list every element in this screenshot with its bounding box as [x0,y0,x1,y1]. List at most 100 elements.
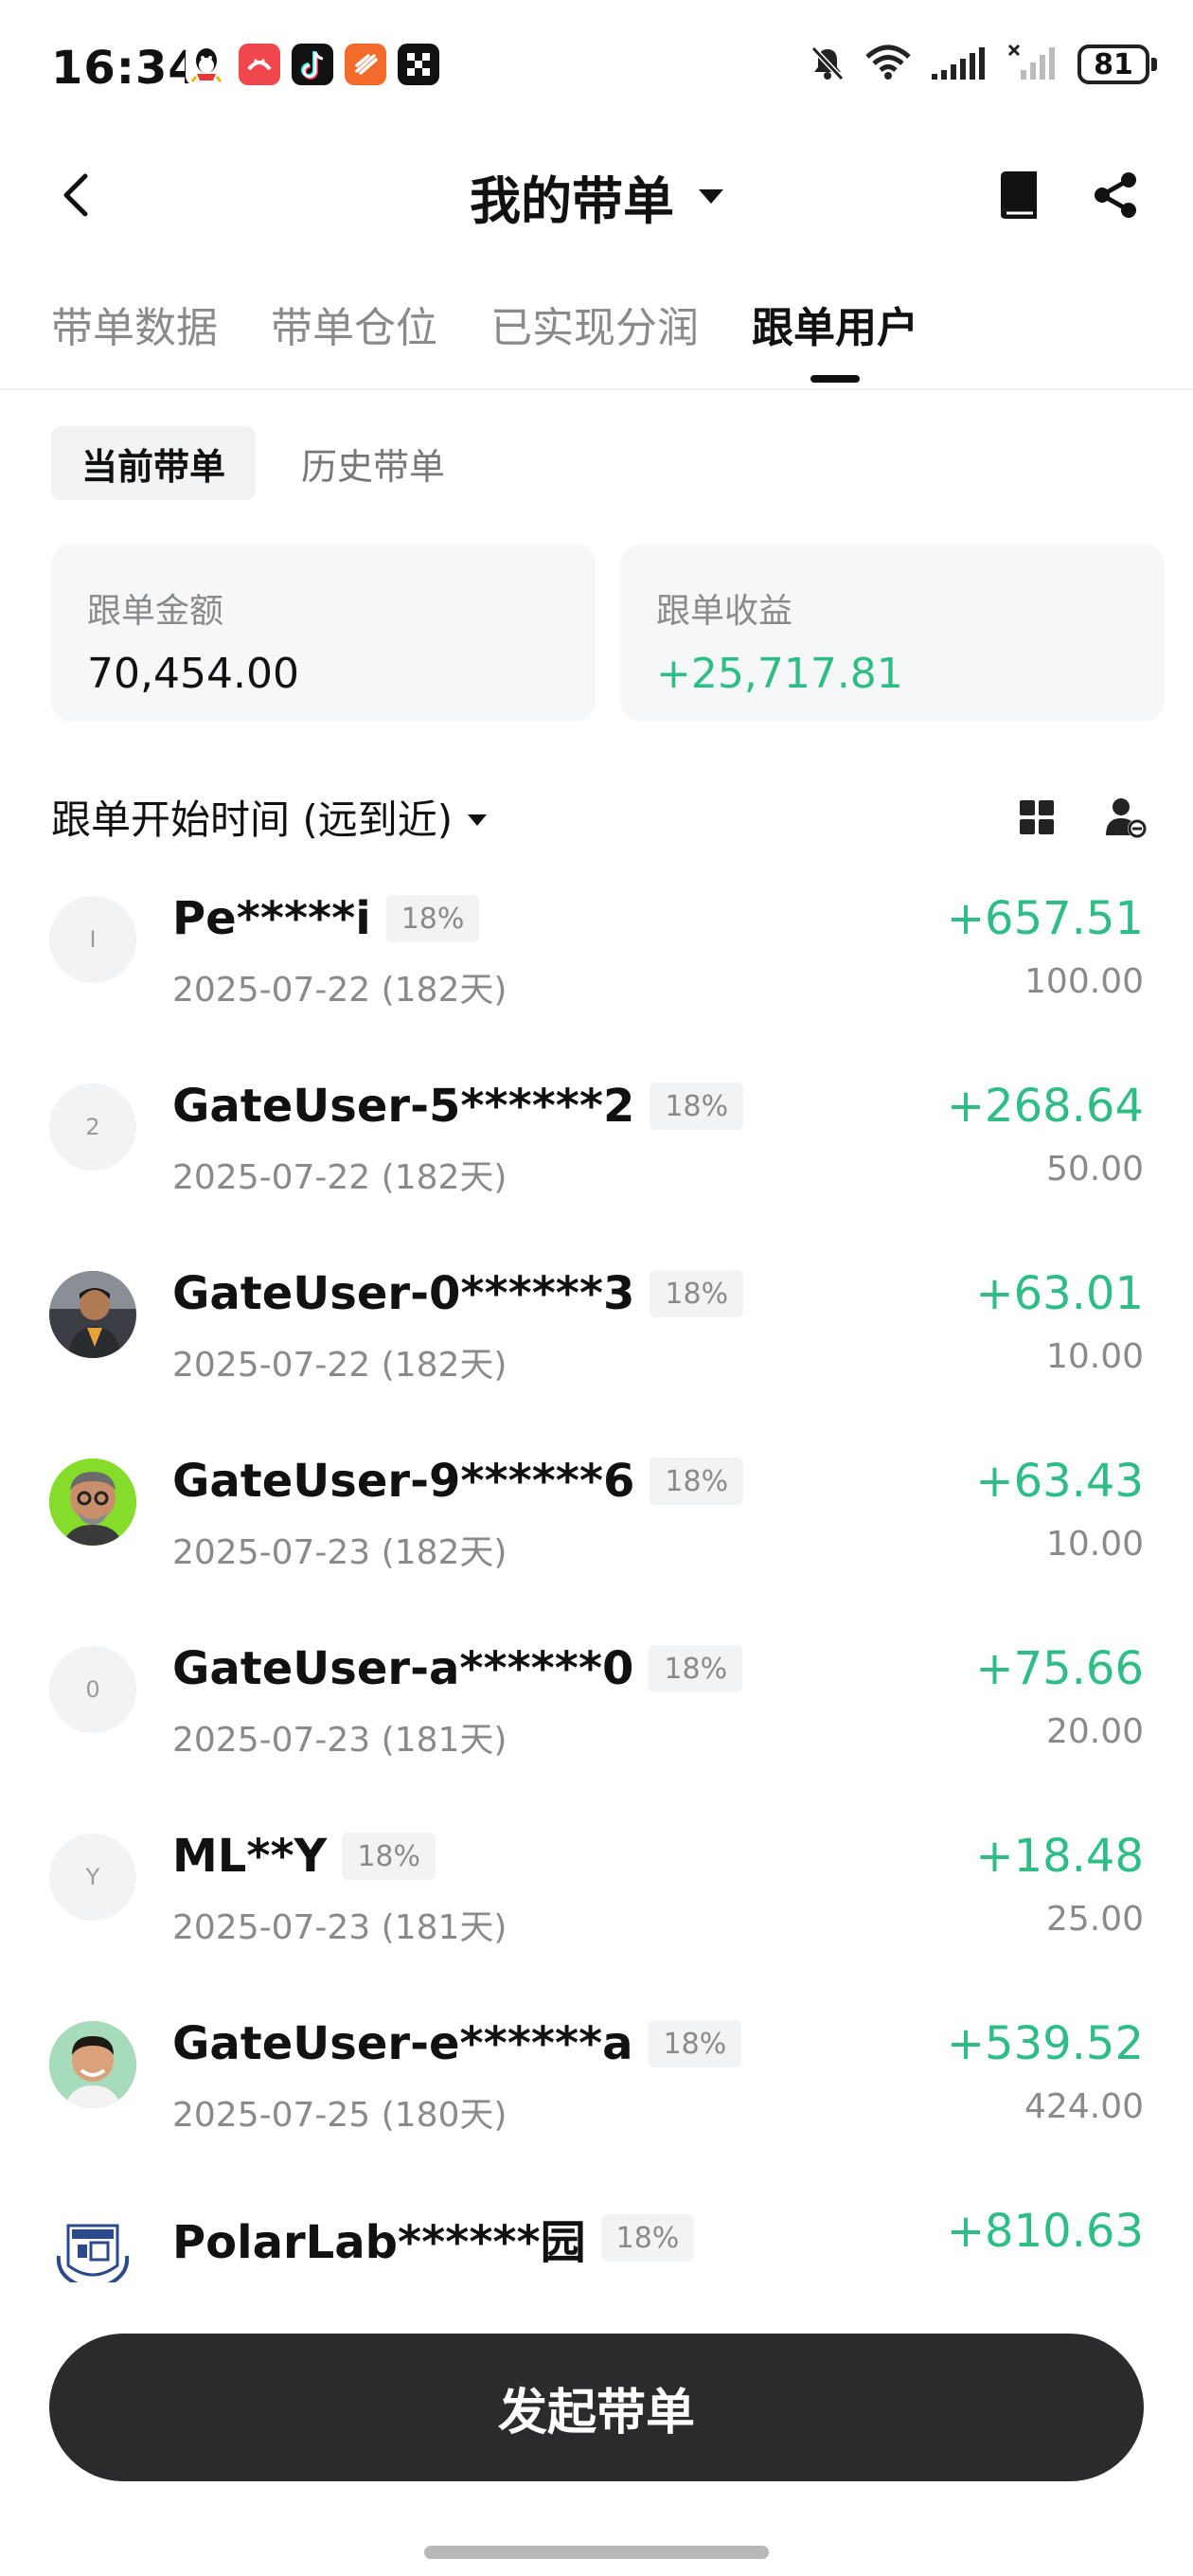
signal-off-icon [1007,44,1060,85]
status-indicators: 81 [809,44,1157,85]
follower-row[interactable]: I Pe*****i 18% 2025-07-22 (182天) +657.51… [0,871,1193,1059]
follow-amount-value: 70,454.00 [87,650,299,698]
profit-share-badge: 18% [648,2020,742,2067]
wifi-icon [864,44,913,85]
tab-realized-profit-share[interactable]: 已实现分润 [490,294,699,383]
polarlab-logo-icon [56,2224,130,2282]
profit-share-badge: 18% [342,1833,436,1880]
avatar: I [49,896,136,983]
sort-dropdown[interactable]: 跟单开始时间 (远到近) [51,788,488,846]
follow-profit-card: 跟单收益 +25,717.81 [620,544,1165,722]
follower-name: GateUser-9******6 [172,1455,635,1508]
person-photo-icon [49,1458,136,1546]
follower-amount: 10.00 [1045,1525,1144,1564]
app-header: 我的带单 [0,142,1193,246]
follower-name: Pe*****i [172,892,371,945]
follower-name-row: GateUser-0******3 18% [172,1267,744,1320]
qq-icon [186,44,227,85]
page-title: 我的带单 [470,171,674,231]
start-leading-button[interactable]: 发起带单 [49,2334,1144,2481]
follow-amount-card: 跟单金额 70,454.00 [51,544,596,722]
status-bar: 16:34 81 [0,0,1193,142]
book-icon [1001,171,1037,219]
sort-label: 跟单开始时间 (远到近) [51,796,454,843]
follower-amount: 50.00 [1045,1150,1144,1189]
signal-icon [930,44,990,85]
person-photo-icon [49,2021,136,2108]
person-photo-icon [49,1271,136,1358]
follower-profit: +63.43 [975,1455,1144,1508]
follower-profit: +657.51 [946,892,1144,945]
follow-profit-label: 跟单收益 [656,592,793,631]
tab-leading-positions[interactable]: 带单仓位 [271,294,437,383]
follow-start-date: 2025-07-25 (180天) [172,2096,507,2135]
avatar: 2 [49,1083,136,1171]
red-app-icon [239,44,280,85]
follower-name-row: ML**Y 18% [172,1830,436,1883]
follower-row[interactable]: PolarLab******园 18% +810.63 [0,2184,1193,2282]
follower-name: ML**Y [172,1830,328,1883]
tab-followers[interactable]: 跟单用户 [752,294,918,383]
follow-amount-label: 跟单金额 [87,592,224,631]
follower-profit: +539.52 [946,2017,1144,2070]
grid-icon [1020,800,1054,834]
follower-name-row: PolarLab******园 18% [172,2205,695,2271]
tab-divider [0,388,1193,390]
follower-amount: 20.00 [1045,1712,1144,1751]
battery-indicator: 81 [1077,45,1157,84]
status-time: 16:34 [51,42,201,95]
follower-row[interactable]: Y ML**Y 18% 2025-07-23 (181天) +18.48 25.… [0,1809,1193,1996]
follower-profit: +75.66 [975,1642,1144,1695]
avatar: Y [49,1834,136,1921]
follower-row[interactable]: GateUser-0******3 18% 2025-07-22 (182天) … [0,1246,1193,1434]
remove-follower-button[interactable] [1102,794,1149,841]
tiktok-icon [292,44,333,85]
avatar-photo [49,1271,136,1358]
share-icon [1095,172,1136,218]
caret-down-icon [468,814,488,826]
status-app-icons [186,44,439,85]
share-button[interactable] [1087,167,1144,224]
user-remove-icon [1106,798,1147,838]
follower-profit: +268.64 [946,1080,1144,1133]
follow-profit-value: +25,717.81 [656,650,903,698]
profit-share-badge: 18% [649,1645,743,1692]
follower-amount: 25.00 [1045,1900,1144,1939]
follow-start-date: 2025-07-22 (182天) [172,1346,507,1385]
okx-icon [398,44,439,85]
grid-view-button[interactable] [1013,794,1060,841]
follow-start-date: 2025-07-23 (181天) [172,1721,507,1760]
avatar-logo [49,2209,136,2282]
follower-row[interactable]: GateUser-9******6 18% 2025-07-23 (182天) … [0,1434,1193,1621]
follower-name-row: GateUser-9******6 18% [172,1455,744,1508]
tab-leading-data[interactable]: 带单数据 [51,294,218,383]
follower-name: GateUser-e******a [172,2017,633,2070]
avatar-photo [49,1458,136,1546]
follower-row[interactable]: GateUser-e******a 18% 2025-07-25 (180天) … [0,1996,1193,2184]
profit-share-badge: 18% [650,1270,744,1317]
battery-level: 81 [1094,47,1133,81]
follower-profit: +63.01 [975,1267,1144,1320]
main-tabs: 带单数据 带单仓位 已实现分润 跟单用户 [51,294,918,383]
follower-name-row: GateUser-a******0 18% [172,1642,743,1695]
follower-row[interactable]: 0 GateUser-a******0 18% 2025-07-23 (181天… [0,1621,1193,1809]
follower-list: I Pe*****i 18% 2025-07-22 (182天) +657.51… [0,871,1193,2282]
subtab-history[interactable]: 历史带单 [271,426,475,500]
follow-start-date: 2025-07-22 (182天) [172,971,507,1010]
mute-icon [809,44,846,85]
book-button[interactable] [990,167,1047,224]
follower-row[interactable]: 2 GateUser-5******2 18% 2025-07-22 (182天… [0,1059,1193,1246]
follower-name: GateUser-5******2 [172,1080,635,1133]
orange-app-icon [345,44,386,85]
follower-name: GateUser-a******0 [172,1642,634,1695]
profit-share-badge: 18% [650,1458,744,1505]
home-indicator[interactable] [424,2546,769,2559]
avatar-photo [49,2021,136,2108]
follower-profit: +810.63 [946,2205,1144,2258]
follower-name-row: Pe*****i 18% [172,892,480,945]
follower-name: GateUser-0******3 [172,1267,635,1320]
follower-amount: 100.00 [1024,962,1144,1001]
subtab-current[interactable]: 当前带单 [51,426,257,500]
follower-name: PolarLab******园 [172,2216,586,2269]
follow-start-date: 2025-07-23 (181天) [172,1908,507,1947]
